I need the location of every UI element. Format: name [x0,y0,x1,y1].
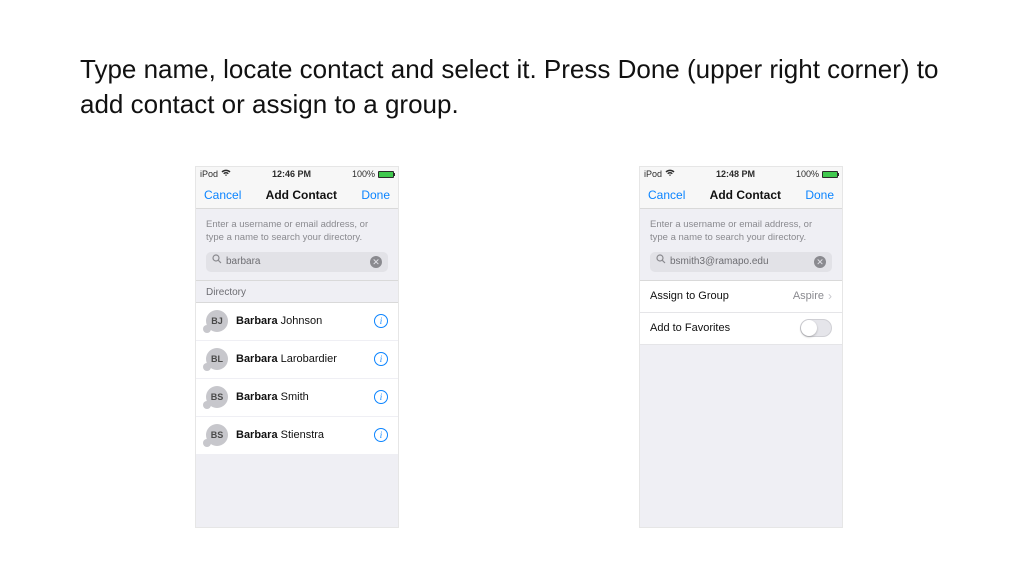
search-icon [212,254,222,269]
battery-percent: 100% [796,169,819,179]
contact-name: Barbara Stienstra [236,429,366,441]
search-value: barbara [226,255,366,269]
info-icon[interactable]: i [374,314,388,328]
helper-text: Enter a username or email address, or ty… [650,219,832,245]
contact-row[interactable]: BJ Barbara Johnson i [196,303,398,341]
contacts-list: BJ Barbara Johnson i BL Barbara Larobard… [196,303,398,455]
avatar: BS [206,424,228,446]
favorites-toggle[interactable] [800,319,832,337]
cancel-button[interactable]: Cancel [648,188,685,202]
wifi-icon [665,169,675,179]
wifi-icon [221,169,231,179]
instruction-emphasis: Done [618,54,680,84]
info-icon[interactable]: i [374,428,388,442]
carrier-label: iPod [200,169,218,179]
toggle-knob [801,320,817,336]
carrier-label: iPod [644,169,662,179]
clear-search-icon[interactable]: ✕ [814,256,826,268]
assign-to-group-row[interactable]: Assign to Group Aspire › [640,281,842,313]
chevron-right-icon: › [828,289,832,303]
status-bar: iPod 12:48 PM 100% [640,167,842,181]
info-icon[interactable]: i [374,352,388,366]
cancel-button[interactable]: Cancel [204,188,241,202]
contact-name: Barbara Smith [236,391,366,403]
phone-right: iPod 12:48 PM 100% Cancel Add Contact Do… [639,166,843,528]
instruction-part1: Type name, locate contact and select it.… [80,54,618,84]
empty-space [196,455,398,527]
assign-value: Aspire [793,290,824,302]
done-button[interactable]: Done [361,188,390,202]
search-input[interactable]: barbara ✕ [206,252,388,272]
clock: 12:48 PM [716,169,755,179]
contact-name: Barbara Johnson [236,315,366,327]
contact-row[interactable]: BL Barbara Larobardier i [196,341,398,379]
add-to-favorites-row: Add to Favorites [640,313,842,345]
search-input[interactable]: bsmith3@ramapo.edu ✕ [650,252,832,272]
battery-icon [378,171,394,178]
nav-title: Add Contact [710,188,781,202]
clear-search-icon[interactable]: ✕ [370,256,382,268]
contact-row[interactable]: BS Barbara Stienstra i [196,417,398,455]
helper-text: Enter a username or email address, or ty… [206,219,388,245]
search-helper-area: Enter a username or email address, or ty… [640,209,842,281]
avatar: BJ [206,310,228,332]
assign-label: Assign to Group [650,290,729,302]
search-icon [656,254,666,269]
battery-icon [822,171,838,178]
directory-section-header: Directory [196,281,398,303]
status-bar: iPod 12:46 PM 100% [196,167,398,181]
info-icon[interactable]: i [374,390,388,404]
contact-name: Barbara Larobardier [236,353,366,365]
search-value: bsmith3@ramapo.edu [670,255,810,269]
instruction-text: Type name, locate contact and select it.… [80,52,960,122]
done-button[interactable]: Done [805,188,834,202]
clock: 12:46 PM [272,169,311,179]
nav-bar: Cancel Add Contact Done [640,181,842,209]
contact-row[interactable]: BS Barbara Smith i [196,379,398,417]
nav-title: Add Contact [266,188,337,202]
nav-bar: Cancel Add Contact Done [196,181,398,209]
phone-left: iPod 12:46 PM 100% Cancel Add Contact Do… [195,166,399,528]
avatar: BL [206,348,228,370]
battery-percent: 100% [352,169,375,179]
search-helper-area: Enter a username or email address, or ty… [196,209,398,281]
empty-space [640,345,842,527]
favorites-label: Add to Favorites [650,322,730,334]
avatar: BS [206,386,228,408]
